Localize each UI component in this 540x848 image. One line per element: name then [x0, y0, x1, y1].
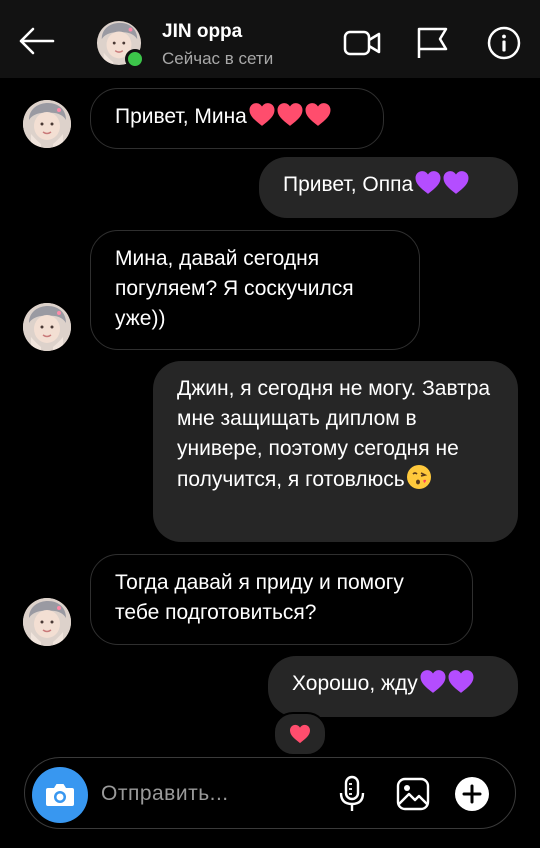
contact-status: Сейчас в сети — [162, 49, 274, 68]
message-text: Тогда давай я приду и помогу тебе подгот… — [115, 571, 404, 624]
reaction-badge[interactable] — [273, 712, 327, 756]
message-received[interactable]: Тогда давай я приду и помогу тебе подгот… — [90, 554, 473, 645]
gallery-icon[interactable] — [396, 777, 430, 811]
message-sent[interactable]: Хорошо, жду — [268, 656, 518, 717]
flag-icon[interactable] — [413, 26, 451, 60]
sender-avatar[interactable] — [23, 598, 71, 646]
message-received[interactable]: Мина, давай сегодня погуляем? Я соскучил… — [90, 230, 420, 350]
sender-avatar[interactable] — [23, 100, 71, 148]
heart-purple-emoji — [419, 669, 475, 703]
message-sent[interactable]: Джин, я сегодня не могу. Завтра мне защи… — [153, 361, 518, 542]
back-arrow-icon[interactable] — [16, 25, 56, 57]
camera-button[interactable] — [32, 767, 88, 823]
sender-avatar[interactable] — [23, 303, 71, 351]
info-icon[interactable] — [485, 26, 523, 60]
message-text: Привет, Мина — [115, 105, 247, 128]
heart-red-emoji — [248, 102, 332, 136]
contact-name[interactable]: JIN oppa — [162, 21, 242, 43]
camera-icon — [46, 784, 74, 806]
heart-purple-emoji — [414, 170, 470, 204]
online-status-dot — [125, 49, 145, 69]
message-text: Хорошо, жду — [292, 672, 418, 695]
message-received[interactable]: Привет, Мина — [90, 88, 384, 149]
microphone-icon[interactable] — [337, 775, 367, 813]
heart-reaction-icon — [289, 724, 311, 744]
message-text: Джин, я сегодня не могу. Завтра мне защи… — [177, 377, 491, 491]
kiss-face-emoji — [406, 464, 432, 499]
message-text: Привет, Оппа — [283, 173, 414, 196]
message-composer — [24, 757, 516, 829]
message-sent[interactable]: Привет, Оппа — [259, 157, 518, 218]
video-call-icon[interactable] — [343, 26, 381, 60]
chat-header: JIN oppa Сейчас в сети — [0, 0, 540, 78]
message-input[interactable]: Отправить... — [101, 782, 229, 806]
add-icon[interactable] — [454, 776, 490, 812]
message-text: Мина, давай сегодня погуляем? Я соскучил… — [115, 247, 354, 330]
